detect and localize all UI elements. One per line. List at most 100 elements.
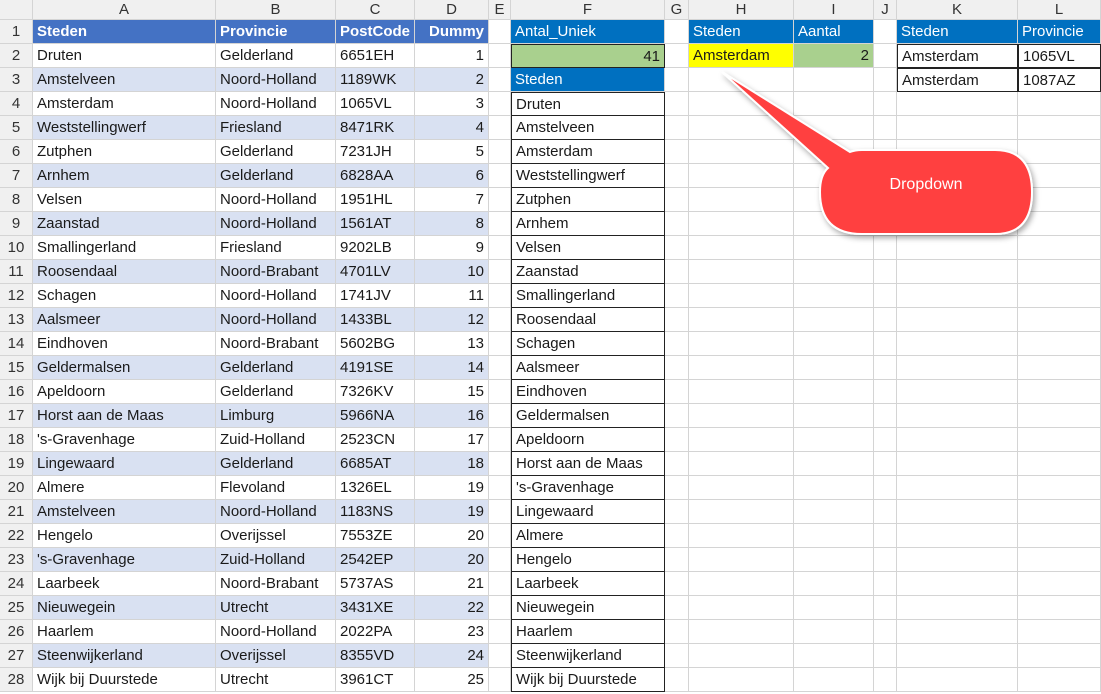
grid-cell[interactable] [665,116,689,140]
grid-cell[interactable] [874,620,897,644]
table-cell[interactable]: 18 [415,452,489,476]
grid-cell[interactable] [689,452,794,476]
grid-cell[interactable] [897,644,1018,668]
row-header[interactable]: 1 [0,20,33,44]
unique-list-item[interactable]: Amstelveen [511,116,665,140]
grid-cell[interactable] [665,164,689,188]
column-header[interactable]: I [794,0,874,20]
table-cell[interactable]: 6828AA [336,164,415,188]
grid-cell[interactable] [665,380,689,404]
row-header[interactable]: 10 [0,236,33,260]
grid-cell[interactable] [794,644,874,668]
table-cell[interactable]: 2523CN [336,428,415,452]
table-cell[interactable]: Haarlem [33,620,216,644]
row-header[interactable]: 18 [0,428,33,452]
table-cell[interactable]: 6651EH [336,44,415,68]
table-cell[interactable]: Laarbeek [33,572,216,596]
grid-cell[interactable] [794,668,874,692]
grid-cell[interactable] [689,596,794,620]
grid-cell[interactable] [665,668,689,692]
grid-cell[interactable] [874,260,897,284]
table-cell[interactable]: Gelderland [216,380,336,404]
table-cell[interactable]: 3431XE [336,596,415,620]
table-cell[interactable]: Utrecht [216,596,336,620]
unique-list-item[interactable]: Eindhoven [511,380,665,404]
table-cell[interactable]: Steenwijkerland [33,644,216,668]
table-cell[interactable]: 7231JH [336,140,415,164]
grid-cell[interactable] [794,572,874,596]
grid-cell[interactable] [897,476,1018,500]
table-cell[interactable]: Velsen [33,188,216,212]
grid-cell[interactable] [897,404,1018,428]
grid-cell[interactable] [874,140,897,164]
column-header[interactable]: L [1018,0,1101,20]
table-cell[interactable]: Friesland [216,236,336,260]
table-cell[interactable]: 1 [415,44,489,68]
grid-cell[interactable] [1018,596,1101,620]
table-cell[interactable]: 3 [415,92,489,116]
row-header[interactable]: 3 [0,68,33,92]
grid-cell[interactable] [874,380,897,404]
grid-cell[interactable] [1018,332,1101,356]
table-cell[interactable]: 25 [415,668,489,692]
grid-cell[interactable] [665,188,689,212]
city-count[interactable]: 2 [794,44,874,68]
table-cell[interactable]: Gelderland [216,164,336,188]
grid-cell[interactable] [689,644,794,668]
grid-cell[interactable] [689,260,794,284]
table-cell[interactable]: Noord-Brabant [216,332,336,356]
grid-cell[interactable] [874,572,897,596]
grid-cell[interactable] [794,620,874,644]
grid-cell[interactable] [897,380,1018,404]
grid-cell[interactable] [489,164,511,188]
grid-cell[interactable] [689,68,794,92]
grid-cell[interactable] [897,92,1018,116]
grid-cell[interactable] [1018,380,1101,404]
grid-cell[interactable] [794,380,874,404]
table-cell[interactable]: 2 [415,68,489,92]
grid-cell[interactable] [874,68,897,92]
grid-cell[interactable] [489,644,511,668]
grid-cell[interactable] [794,260,874,284]
unique-list-item[interactable]: Smallingerland [511,284,665,308]
grid-cell[interactable] [897,284,1018,308]
city-dropdown[interactable]: Amsterdam [689,44,794,68]
table-cell[interactable]: Noord-Brabant [216,572,336,596]
row-header[interactable]: 9 [0,212,33,236]
table-cell[interactable]: Friesland [216,116,336,140]
grid-cell[interactable] [1018,620,1101,644]
table-cell[interactable]: 10 [415,260,489,284]
table-cell[interactable]: 4 [415,116,489,140]
table-cell[interactable]: 21 [415,572,489,596]
table-cell[interactable]: Nieuwegein [33,596,216,620]
grid-cell[interactable] [897,260,1018,284]
grid-cell[interactable] [874,332,897,356]
table-cell[interactable]: 5602BG [336,332,415,356]
grid-cell[interactable] [1018,236,1101,260]
grid-cell[interactable] [489,572,511,596]
grid-cell[interactable] [794,332,874,356]
unique-list-item[interactable]: Zaanstad [511,260,665,284]
table-cell[interactable]: 1433BL [336,308,415,332]
grid-cell[interactable] [1018,212,1101,236]
table-cell[interactable]: Hengelo [33,524,216,548]
table-cell[interactable]: Smallingerland [33,236,216,260]
grid-cell[interactable] [489,620,511,644]
grid-cell[interactable] [665,20,689,44]
table-cell[interactable]: Noord-Holland [216,188,336,212]
table-cell[interactable]: Zuid-Holland [216,548,336,572]
grid-cell[interactable] [665,548,689,572]
grid-cell[interactable] [689,668,794,692]
grid-cell[interactable] [794,428,874,452]
table-cell[interactable]: 1561AT [336,212,415,236]
grid-cell[interactable] [794,236,874,260]
grid-cell[interactable] [665,236,689,260]
unique-list-header[interactable]: Steden [511,68,665,92]
table-header[interactable]: Steden [33,20,216,44]
table-cell[interactable]: Limburg [216,404,336,428]
grid-cell[interactable] [874,404,897,428]
table-cell[interactable]: 24 [415,644,489,668]
grid-cell[interactable] [1018,668,1101,692]
unique-list-item[interactable]: Nieuwegein [511,596,665,620]
grid-cell[interactable] [874,20,897,44]
